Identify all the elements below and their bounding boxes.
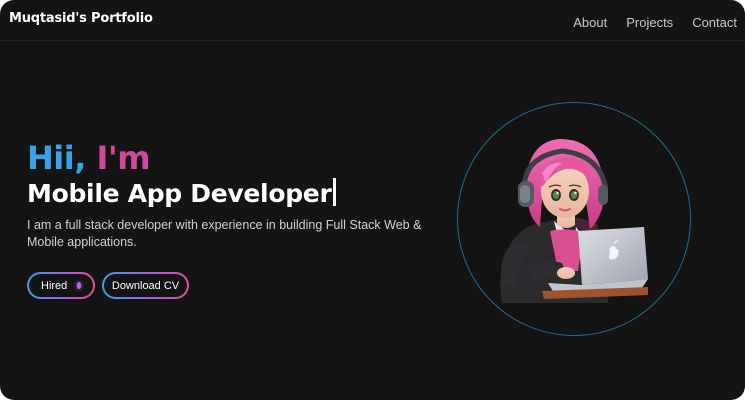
hired-button-inner: Hired: [29, 274, 93, 297]
status-dot-icon: [77, 282, 81, 289]
download-cv-button-label: Download CV: [111, 279, 180, 292]
typing-cursor: [333, 178, 337, 206]
hero-greeting: Hii, I'm: [27, 139, 151, 177]
avatar-illustration: [500, 139, 648, 303]
greeting-im: I'm: [96, 139, 151, 177]
download-cv-button[interactable]: Download CV: [102, 272, 189, 299]
greeting-hii: Hii,: [27, 139, 86, 177]
nav-link-contact[interactable]: Contact: [692, 15, 737, 30]
app-frame: Muqtasid's Portfolio About Projects Cont…: [0, 0, 745, 400]
nav-link-projects[interactable]: Projects: [626, 15, 673, 30]
hired-button[interactable]: Hired: [27, 272, 95, 299]
brand-logo-text[interactable]: Muqtasid's Portfolio: [9, 11, 153, 26]
hero-role-title: Mobile App Developer: [27, 178, 337, 210]
hero-description: I am a full stack developer with experie…: [27, 218, 422, 249]
nav-link-about[interactable]: About: [573, 15, 607, 30]
nav-links: About Projects Contact: [573, 15, 737, 30]
avatar-ring: [457, 102, 691, 336]
hired-button-label: Hired: [41, 279, 68, 292]
role-text: Mobile App Developer: [27, 179, 332, 208]
navbar: Muqtasid's Portfolio About Projects Cont…: [0, 0, 745, 41]
download-cv-button-inner: Download CV: [104, 274, 187, 297]
